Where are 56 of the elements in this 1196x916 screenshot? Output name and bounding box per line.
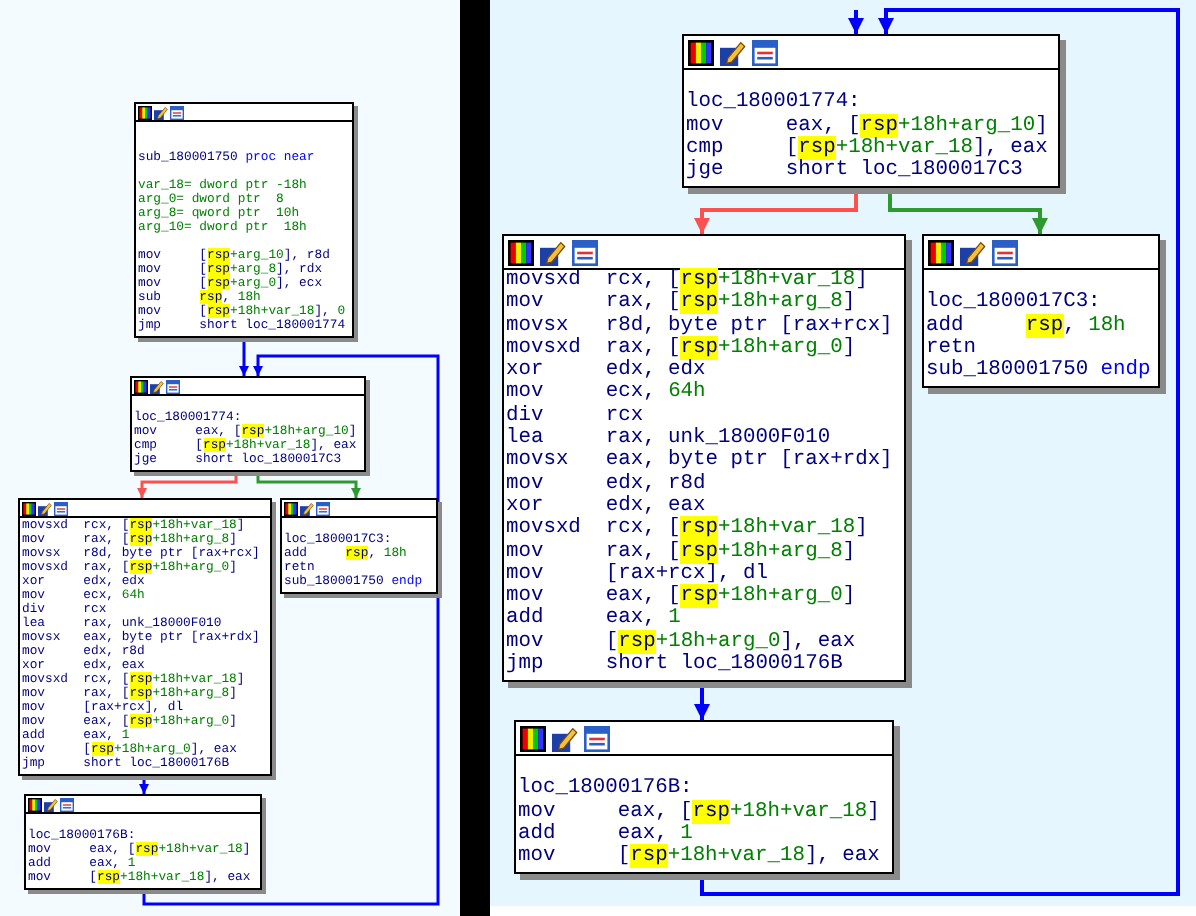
code-line: mov edx, r8d (506, 473, 706, 496)
code-line: xor edx, eax (506, 495, 706, 518)
code-line: mov ecx, 64h (506, 382, 706, 405)
code-line: xor edx, edx (506, 360, 706, 383)
pencil-icon[interactable] (44, 797, 58, 811)
code-line: div rcx (506, 405, 644, 428)
code-line: mov rax, [rsp+18h+arg_8] (506, 292, 856, 315)
palette-icon[interactable] (284, 501, 298, 515)
pencil-icon[interactable] (38, 501, 52, 515)
code-line: mov eax, [rsp+18h+var_18] (518, 801, 880, 824)
palette-icon[interactable] (928, 239, 954, 265)
window-icon[interactable] (316, 501, 330, 515)
code-line: loc_18000176B: (518, 778, 693, 801)
code-line: movsxd rcx, [rsp+18h+var_18] (506, 518, 868, 541)
palette-icon[interactable] (134, 379, 148, 393)
code-line: add eax, 1 (518, 823, 693, 846)
code-line: mov eax, [rsp+18h+arg_0] (506, 586, 856, 609)
pencil-icon[interactable] (720, 39, 746, 65)
window-icon[interactable] (584, 725, 610, 751)
code-line: jmp short loc_18000176B (506, 654, 843, 677)
pencil-icon[interactable] (300, 501, 314, 515)
code-line: mov eax, [rsp+18h+arg_10] (686, 115, 1048, 138)
window-icon[interactable] (166, 379, 180, 393)
window-icon[interactable] (170, 105, 184, 119)
code-line: mov [rax+rcx], dl (506, 563, 768, 586)
pencil-icon[interactable] (552, 725, 578, 751)
palette-icon[interactable] (688, 39, 714, 65)
code-line: loc_180001774: (686, 92, 861, 115)
code-line: jge short loc_1800017C3 (686, 160, 1023, 183)
window-icon[interactable] (992, 239, 1018, 265)
code-line: loc_1800017C3: (926, 292, 1101, 315)
code-line: cmp [rsp+18h+var_18], eax (686, 137, 1048, 160)
code-line: add rsp, 18h (926, 315, 1126, 338)
code-line: movsxd rax, [rsp+18h+arg_0] (506, 337, 856, 360)
pencil-icon[interactable] (540, 239, 566, 265)
code-line: movsx r8d, byte ptr [rax+rcx] (506, 315, 893, 338)
palette-icon[interactable] (520, 725, 546, 751)
palette-icon[interactable] (22, 501, 36, 515)
code-line: mov [rsp+18h+arg_0], eax (506, 631, 856, 654)
palette-icon[interactable] (28, 797, 42, 811)
palette-icon[interactable] (508, 239, 534, 265)
pencil-icon[interactable] (154, 105, 168, 119)
code-line: movsx eax, byte ptr [rax+rdx] (506, 450, 893, 473)
pencil-icon[interactable] (150, 379, 164, 393)
window-icon[interactable] (752, 39, 778, 65)
code-line: retn (926, 337, 976, 360)
window-icon[interactable] (54, 501, 68, 515)
code-line: add eax, 1 (506, 608, 681, 631)
palette-icon[interactable] (138, 105, 152, 119)
code-line: sub_180001750 endp (926, 360, 1151, 383)
window-icon[interactable] (572, 239, 598, 265)
code-line: mov rax, [rsp+18h+arg_8] (506, 541, 856, 564)
code-line: lea rax, unk_18000F010 (506, 428, 831, 451)
pencil-icon[interactable] (960, 239, 986, 265)
code-line: mov [rsp+18h+var_18], eax (518, 846, 880, 869)
window-icon[interactable] (60, 797, 74, 811)
